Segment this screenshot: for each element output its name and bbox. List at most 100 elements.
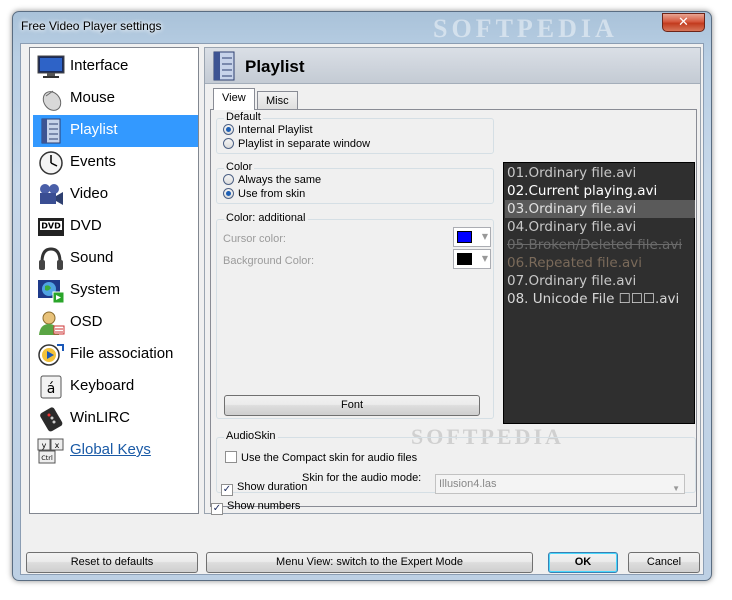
color-group: Color Always the same Use from skin xyxy=(216,161,494,204)
window-title: Free Video Player settings xyxy=(21,19,162,33)
reset-defaults-button[interactable]: Reset to defaults xyxy=(26,552,198,573)
sidebar-item-label: Global Keys xyxy=(70,441,151,458)
option-label: Internal Playlist xyxy=(238,124,313,136)
page-title: Playlist xyxy=(245,57,305,76)
audio-skin-value: Illusion4.las xyxy=(439,478,497,490)
background-color-label: Background Color: xyxy=(223,255,315,267)
sidebar-item-label: System xyxy=(70,281,121,298)
list-item: 08. Unicode File ☐☐☐.avi xyxy=(507,291,680,307)
sidebar-item-keyboard[interactable]: á Keyboard xyxy=(33,371,198,403)
dvd-icon: DVD xyxy=(36,213,66,241)
global-keys-icon: y x Ctrl xyxy=(36,437,66,465)
svg-text:x: x xyxy=(55,441,60,450)
monitor-icon xyxy=(36,53,66,81)
checkbox-indicator: ✓ xyxy=(221,484,233,496)
playlist-preview: 01.Ordinary file.avi 02.Current playing.… xyxy=(503,162,695,424)
file-association-icon xyxy=(36,341,66,369)
internal-playlist-radio[interactable]: Internal Playlist xyxy=(223,124,313,138)
show-duration-checkbox[interactable]: ✓ Show duration xyxy=(221,481,308,496)
sidebar-item-label: Playlist xyxy=(70,121,118,138)
option-label: Use from skin xyxy=(238,188,306,200)
option-label: Playlist in separate window xyxy=(238,138,371,150)
sidebar-item-label: OSD xyxy=(70,313,103,330)
headphones-icon xyxy=(36,245,66,273)
list-item: 02.Current playing.avi xyxy=(507,183,658,199)
font-button[interactable]: Font xyxy=(224,395,480,416)
settings-panel: Playlist View Misc Default Internal Play… xyxy=(204,47,701,515)
option-label: Show duration xyxy=(237,481,308,493)
svg-text:DVD: DVD xyxy=(41,222,61,231)
list-item: 07.Ordinary file.avi xyxy=(507,273,637,289)
group-title: Color: additional xyxy=(224,212,308,224)
always-same-radio[interactable]: Always the same xyxy=(223,174,321,188)
sidebar-item-label: Mouse xyxy=(70,89,116,106)
sidebar-item-label: Keyboard xyxy=(70,377,135,394)
audio-skin-select[interactable]: Illusion4.las ▼ xyxy=(435,474,685,494)
color-additional-group: Color: additional Cursor color: ▼ Backgr… xyxy=(216,212,494,419)
chevron-down-icon: ▼ xyxy=(672,484,680,493)
sidebar-item-label: WinLIRC xyxy=(70,409,131,426)
list-item: 06.Repeated file.avi xyxy=(507,255,643,271)
osd-user-icon xyxy=(36,309,66,337)
title-bar[interactable]: Free Video Player settings SOFTPEDIA ✕ xyxy=(13,12,711,43)
background-color-picker[interactable]: ▼ xyxy=(453,249,491,269)
sidebar-item-label: Interface xyxy=(70,57,129,74)
list-item: 03.Ordinary file.avi xyxy=(505,200,695,218)
tab-view[interactable]: View xyxy=(213,88,255,110)
playlist-icon xyxy=(210,51,238,81)
sidebar-item-label: File association xyxy=(70,345,174,362)
option-label: Use the Compact skin for audio files xyxy=(241,452,418,464)
group-title: AudioSkin xyxy=(224,430,278,442)
option-label: Always the same xyxy=(238,174,322,186)
sidebar-item-label: Video xyxy=(70,185,109,202)
sidebar-item-video[interactable]: Video xyxy=(33,179,198,211)
group-title: Color xyxy=(224,161,255,173)
tab-content: Default Internal Playlist Playlist in se… xyxy=(210,109,697,515)
cursor-color-picker[interactable]: ▼ xyxy=(453,227,491,247)
sidebar-item-label: Events xyxy=(70,153,116,170)
ok-button[interactable]: OK xyxy=(548,552,618,573)
list-item: 04.Ordinary file.avi xyxy=(507,219,637,235)
sidebar-item-interface[interactable]: Interface xyxy=(33,51,198,83)
default-group: Default Internal Playlist Playlist in se… xyxy=(216,111,494,154)
use-from-skin-radio[interactable]: Use from skin xyxy=(223,188,305,202)
checkbox-indicator xyxy=(225,451,237,463)
menu-view-button[interactable]: Menu View: switch to the Expert Mode xyxy=(206,552,533,573)
panel-header: Playlist xyxy=(205,48,700,84)
chevron-down-icon: ▼ xyxy=(481,254,488,263)
close-button[interactable]: ✕ xyxy=(662,13,705,32)
sidebar-item-system[interactable]: System xyxy=(33,275,198,307)
sidebar-item-file-association[interactable]: File association xyxy=(33,339,198,371)
tab-misc[interactable]: Misc xyxy=(257,91,298,111)
mouse-icon xyxy=(36,85,66,113)
sidebar-item-events[interactable]: Events xyxy=(33,147,198,179)
checkbox-indicator: ✓ xyxy=(211,503,223,515)
sidebar-item-sound[interactable]: Sound xyxy=(33,243,198,275)
group-title: Default xyxy=(224,111,263,123)
option-label: Show numbers xyxy=(227,500,301,512)
sidebar-item-winlirc[interactable]: WinLIRC xyxy=(33,403,198,435)
separate-window-radio[interactable]: Playlist in separate window xyxy=(223,138,370,152)
sidebar-item-dvd[interactable]: DVD DVD xyxy=(33,211,198,243)
background-color-swatch xyxy=(457,253,472,265)
settings-window: Free Video Player settings SOFTPEDIA ✕ I… xyxy=(12,11,712,581)
sidebar-item-global-keys[interactable]: y x Ctrl Global Keys xyxy=(33,435,198,467)
radio-indicator xyxy=(223,188,234,199)
radio-indicator xyxy=(223,138,234,149)
svg-text:Ctrl: Ctrl xyxy=(41,454,53,462)
cancel-button[interactable]: Cancel xyxy=(628,552,700,573)
client-area: Interface Mouse Playlist Events Video DV… xyxy=(20,43,704,575)
cursor-color-label: Cursor color: xyxy=(223,233,286,245)
sidebar-item-mouse[interactable]: Mouse xyxy=(33,83,198,115)
sidebar-item-osd[interactable]: OSD xyxy=(33,307,198,339)
cursor-color-swatch xyxy=(457,231,472,243)
compact-skin-checkbox[interactable]: Use the Compact skin for audio files xyxy=(225,451,417,465)
radio-indicator xyxy=(223,174,234,185)
list-item: 01.Ordinary file.avi xyxy=(507,165,637,181)
show-numbers-checkbox[interactable]: ✓ Show numbers xyxy=(211,500,301,515)
svg-text:á: á xyxy=(47,381,56,397)
playlist-icon xyxy=(36,117,66,145)
sidebar-item-playlist[interactable]: Playlist xyxy=(33,115,198,147)
video-camera-icon xyxy=(36,181,66,209)
keyboard-key-icon: á xyxy=(36,373,66,401)
